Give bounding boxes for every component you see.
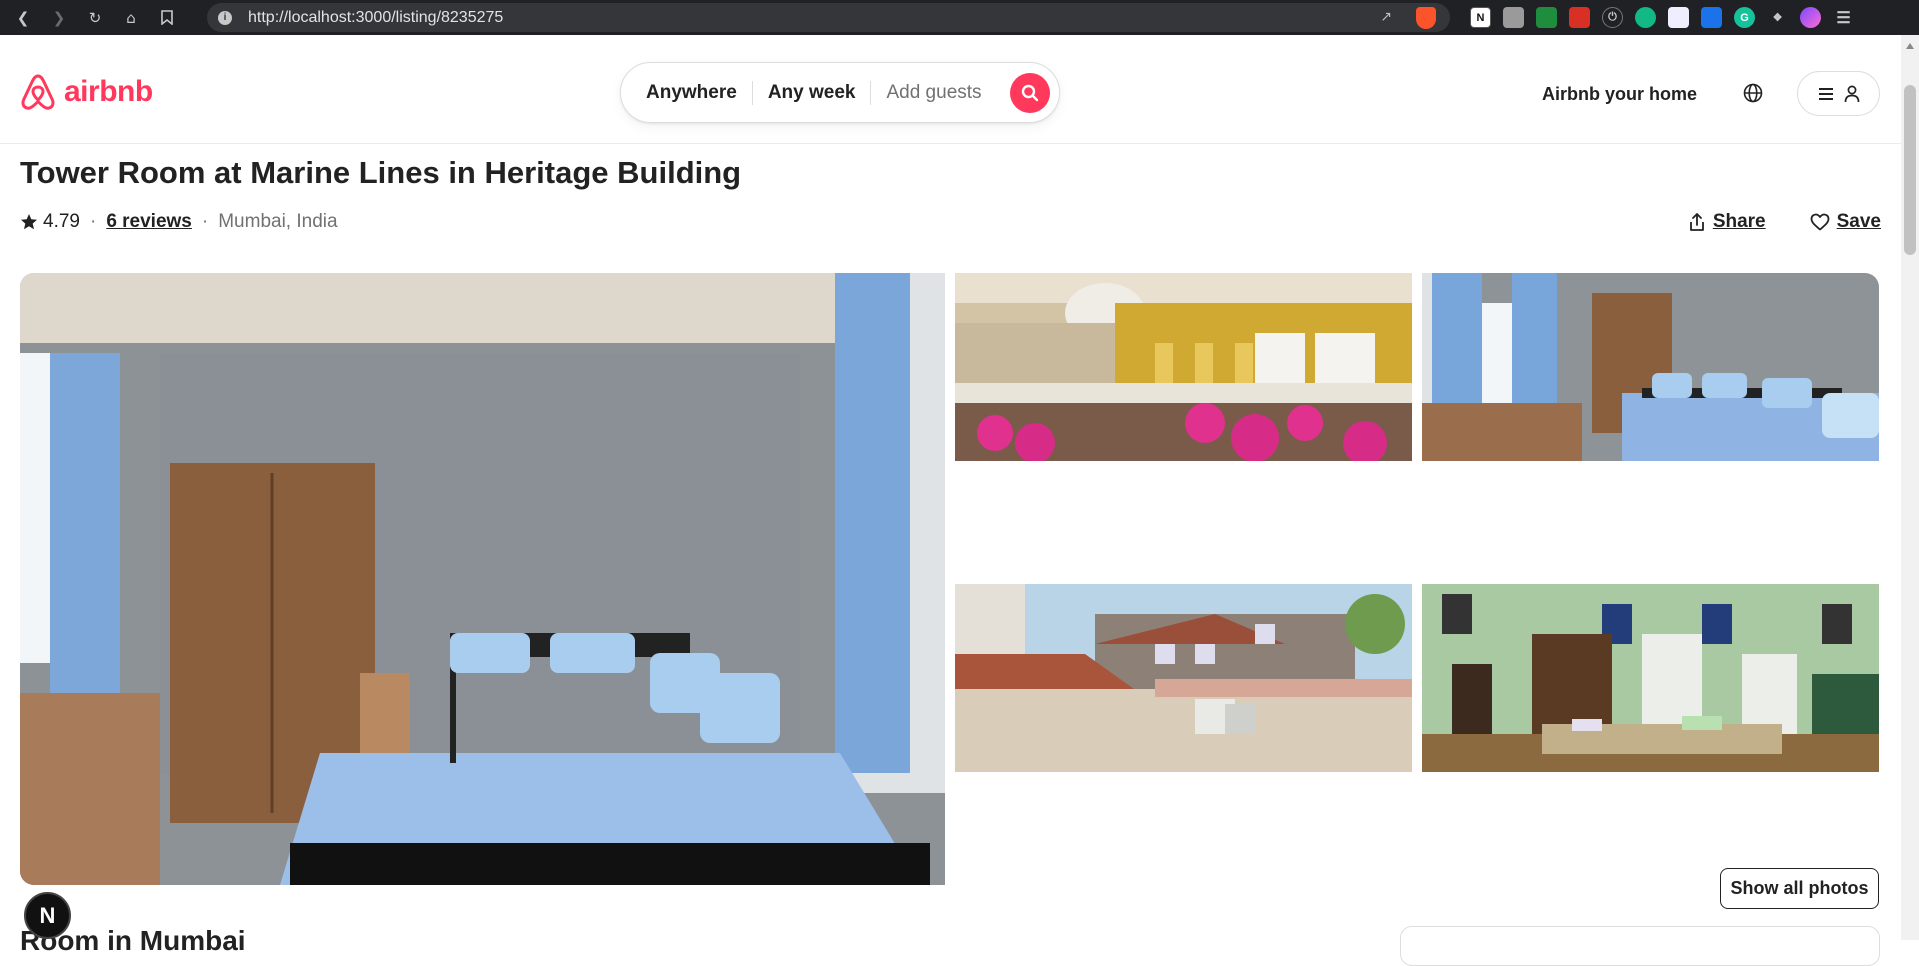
brave-shield-icon[interactable]	[1416, 7, 1436, 29]
airbnb-logo-text: airbnb	[64, 75, 153, 108]
listing-actions: Share Save	[1688, 211, 1881, 233]
extensions-bar: N ⏻ G ❖ ☰	[1470, 7, 1854, 28]
reviews-link[interactable]: 6 reviews	[106, 211, 192, 233]
listing-photo-3[interactable]	[1422, 273, 1879, 461]
share-page-icon[interactable]: ↗	[1380, 9, 1392, 25]
forward-icon[interactable]: ❯	[46, 5, 72, 31]
notion-icon[interactable]: N	[1470, 7, 1491, 28]
listing-title: Tower Room at Marine Lines in Heritage B…	[20, 155, 742, 190]
reload-icon[interactable]: ↻	[82, 5, 108, 31]
browser-menu-icon[interactable]: ☰	[1833, 7, 1854, 28]
camera-icon[interactable]	[1503, 7, 1524, 28]
save-label: Save	[1836, 211, 1881, 232]
star-icon	[21, 214, 37, 230]
meta-separator: ·	[201, 211, 209, 232]
site-info-icon[interactable]: i	[218, 10, 232, 25]
power-icon[interactable]: ⏻	[1602, 7, 1623, 28]
search-add-guests[interactable]: Add guests	[871, 82, 996, 104]
airbnb-your-home-link[interactable]: Airbnb your home	[1542, 84, 1697, 105]
url-text: http://localhost:3000/listing/8235275	[248, 8, 504, 26]
back-icon[interactable]: ❮	[10, 5, 36, 31]
bookmark-icon[interactable]	[154, 5, 180, 31]
globe-icon[interactable]	[1742, 82, 1764, 109]
user-menu-button[interactable]	[1797, 71, 1880, 116]
booking-card	[1400, 926, 1880, 966]
address-bar[interactable]: i http://localhost:3000/listing/8235275 …	[207, 3, 1450, 32]
audio-extension-icon[interactable]	[1635, 7, 1656, 28]
scroll-up-icon[interactable]	[1906, 43, 1914, 49]
browser-toolbar: ❮ ❯ ↻ ⌂ i http://localhost:3000/listing/…	[0, 0, 1919, 35]
hamburger-icon	[1818, 87, 1833, 100]
image-extension-icon[interactable]	[1668, 7, 1689, 28]
listing-meta: 4.79 · 6 reviews · Mumbai, India	[20, 211, 338, 233]
extensions-puzzle-icon[interactable]: ❖	[1767, 7, 1788, 28]
share-label: Share	[1712, 211, 1766, 232]
page-scrollbar[interactable]	[1901, 35, 1919, 940]
listing-photo-2[interactable]	[955, 273, 1412, 461]
scrollbar-thumb[interactable]	[1904, 85, 1916, 255]
search-icon	[1021, 84, 1039, 102]
grammarly-icon[interactable]: G	[1734, 7, 1755, 28]
share-icon	[1689, 213, 1704, 231]
mail-extension-icon[interactable]	[1536, 7, 1557, 28]
meta-separator: ·	[89, 211, 97, 232]
save-button[interactable]: Save	[1810, 211, 1881, 233]
listing-photo-4[interactable]	[955, 584, 1412, 772]
search-any-week[interactable]: Any week	[753, 82, 871, 104]
share-button[interactable]: Share	[1688, 211, 1766, 233]
puzzle-red-icon[interactable]	[1569, 7, 1590, 28]
search-button[interactable]	[1010, 73, 1050, 113]
show-all-photos-button[interactable]: Show all photos	[1720, 868, 1879, 909]
search-bar[interactable]: Anywhere Any week Add guests	[620, 62, 1060, 123]
location-text[interactable]: Mumbai, India	[218, 211, 337, 233]
search-anywhere[interactable]: Anywhere	[621, 82, 752, 104]
heart-icon	[1810, 213, 1830, 231]
nextjs-dev-indicator[interactable]: N	[24, 892, 71, 939]
rating-value: 4.79	[43, 211, 80, 232]
listing-photo-main[interactable]	[20, 273, 945, 885]
grid-extension-icon[interactable]	[1701, 7, 1722, 28]
listing-photo-5[interactable]	[1422, 584, 1879, 772]
airbnb-logo-icon	[21, 74, 55, 110]
site-header: airbnb Anywhere Any week Add guests Airb…	[0, 35, 1901, 144]
user-icon	[1844, 85, 1859, 102]
airbnb-logo[interactable]: airbnb	[20, 73, 153, 111]
profile-avatar-icon[interactable]	[1800, 7, 1821, 28]
home-icon[interactable]: ⌂	[118, 5, 144, 31]
